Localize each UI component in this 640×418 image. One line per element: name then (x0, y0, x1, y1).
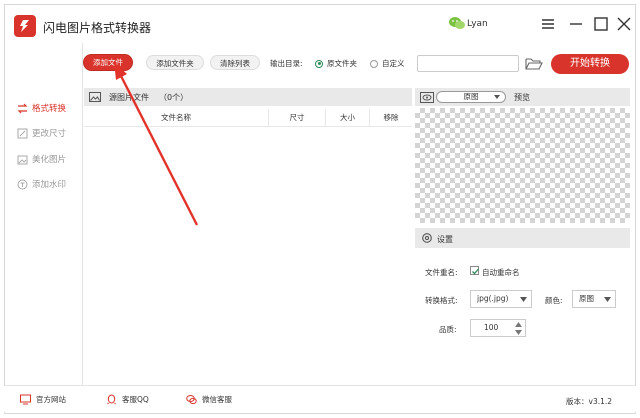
beautify-icon (17, 155, 28, 164)
radio-dot (315, 59, 323, 68)
title-bar: 闪电图片格式转换器 Lyan (5, 5, 635, 43)
auto-rename-label: 自动重命名 (482, 268, 520, 277)
app-logo-icon (14, 15, 36, 37)
color-label: 颜色: (545, 296, 563, 305)
version-label: 版本：v3.1.2 (566, 397, 613, 406)
wechat-icon (186, 395, 197, 405)
sidebar-item-format-convert[interactable]: 格式转换 (17, 101, 66, 115)
wechat-avatar-icon (449, 17, 465, 29)
column-header-dimensions[interactable]: 尺寸 (269, 109, 326, 127)
radio-custom-folder[interactable]: 自定义 (370, 58, 405, 69)
qq-label: 客服QQ (122, 395, 149, 404)
user-name: Lyan (467, 19, 488, 29)
format-label: 转换格式: (425, 296, 458, 305)
format-value: jpg(.jpg) (477, 294, 509, 303)
radio-original-folder[interactable]: 原文件夹 (315, 58, 357, 69)
file-count: （0个） (159, 93, 189, 102)
toolbar: 添加文件 添加文件夹 清除列表 输出目录: 原文件夹 自定义 开始转换 (84, 52, 630, 76)
wechat-support-link[interactable]: 微信客服 (186, 394, 232, 405)
file-list-header: 源图片文件 （0个） (84, 88, 412, 106)
preview-panel: 原图 预览 (415, 88, 630, 223)
maximize-icon[interactable] (592, 15, 610, 33)
resize-icon (17, 128, 28, 138)
qq-support-link[interactable]: 客服QQ (106, 394, 149, 405)
preview-canvas (415, 108, 630, 223)
color-select[interactable]: 原图 (572, 290, 616, 308)
footer: 官方网站 客服QQ 微信客服 版本：v3.1.2 (4, 385, 636, 412)
settings-header: 设置 (415, 228, 630, 248)
column-header-name[interactable]: 文件名称 (84, 109, 269, 127)
website-link[interactable]: 官方网站 (20, 394, 66, 405)
radio-label: 自定义 (382, 59, 405, 68)
column-header-remove[interactable]: 移除 (370, 109, 412, 127)
sidebar-item-label: 更改尺寸 (32, 129, 67, 139)
radio-label: 原文件夹 (327, 59, 357, 68)
start-convert-button[interactable]: 开始转换 (551, 54, 629, 74)
close-icon[interactable] (615, 15, 633, 33)
file-list-panel: 源图片文件 （0个） 文件名称 尺寸 大小 移除 (84, 88, 412, 381)
image-icon (89, 92, 101, 102)
folder-open-icon[interactable] (524, 56, 544, 71)
quality-value: 100 (484, 323, 499, 332)
add-file-button[interactable]: 添加文件 (84, 55, 132, 70)
qq-icon (107, 394, 116, 405)
convert-icon (17, 103, 28, 113)
radio-dot (370, 59, 378, 68)
format-select[interactable]: jpg(.jpg) (470, 290, 532, 308)
output-path-input[interactable] (417, 55, 519, 72)
gear-icon (422, 233, 432, 243)
chevron-down-icon[interactable] (515, 330, 522, 335)
eye-icon (420, 92, 434, 103)
sidebar: 格式转换 更改尺寸 美化图片 添加水印 (5, 43, 83, 386)
sidebar-item-watermark[interactable]: 添加水印 (17, 177, 66, 191)
quality-stepper[interactable]: 100 (470, 319, 526, 337)
sidebar-item-label: 格式转换 (32, 104, 67, 114)
preview-mode-value: 原图 (463, 92, 479, 101)
clear-list-button[interactable]: 清除列表 (210, 55, 260, 70)
preview-header: 原图 预览 (415, 88, 630, 106)
chevron-up-icon[interactable] (515, 322, 522, 327)
file-list-title: 源图片文件 (109, 93, 149, 102)
column-header-size[interactable]: 大小 (326, 109, 370, 127)
chevron-down-icon (494, 95, 500, 99)
file-list-columns: 文件名称 尺寸 大小 移除 (84, 109, 412, 127)
settings-title: 设置 (437, 235, 453, 244)
sidebar-item-resize[interactable]: 更改尺寸 (17, 126, 66, 140)
minimize-icon[interactable] (567, 15, 585, 33)
check-icon (472, 268, 479, 275)
add-folder-button[interactable]: 添加文件夹 (146, 55, 204, 70)
website-label: 官方网站 (36, 395, 66, 404)
watermark-icon (17, 179, 28, 189)
wechat-label: 微信客服 (202, 395, 232, 404)
sidebar-item-label: 添加水印 (32, 180, 67, 190)
output-dir-label: 输出目录: (270, 59, 303, 68)
menu-icon[interactable] (539, 15, 557, 33)
preview-mode-select[interactable]: 原图 (436, 91, 506, 103)
sidebar-item-beautify[interactable]: 美化图片 (17, 152, 66, 166)
preview-label: 预览 (514, 93, 530, 102)
rename-label: 文件重名: (425, 268, 458, 277)
chevron-down-icon (604, 297, 611, 302)
auto-rename-checkbox[interactable] (470, 266, 479, 275)
monitor-icon (20, 394, 31, 405)
chevron-down-icon (520, 297, 527, 302)
app-title: 闪电图片格式转换器 (43, 21, 152, 35)
color-value: 原图 (579, 294, 594, 303)
sidebar-item-label: 美化图片 (32, 155, 67, 165)
quality-label: 品质: (439, 325, 457, 334)
settings-panel: 设置 文件重名: 自动重命名 转换格式: jpg(.jpg) 颜色: 原图 品质… (415, 228, 630, 381)
